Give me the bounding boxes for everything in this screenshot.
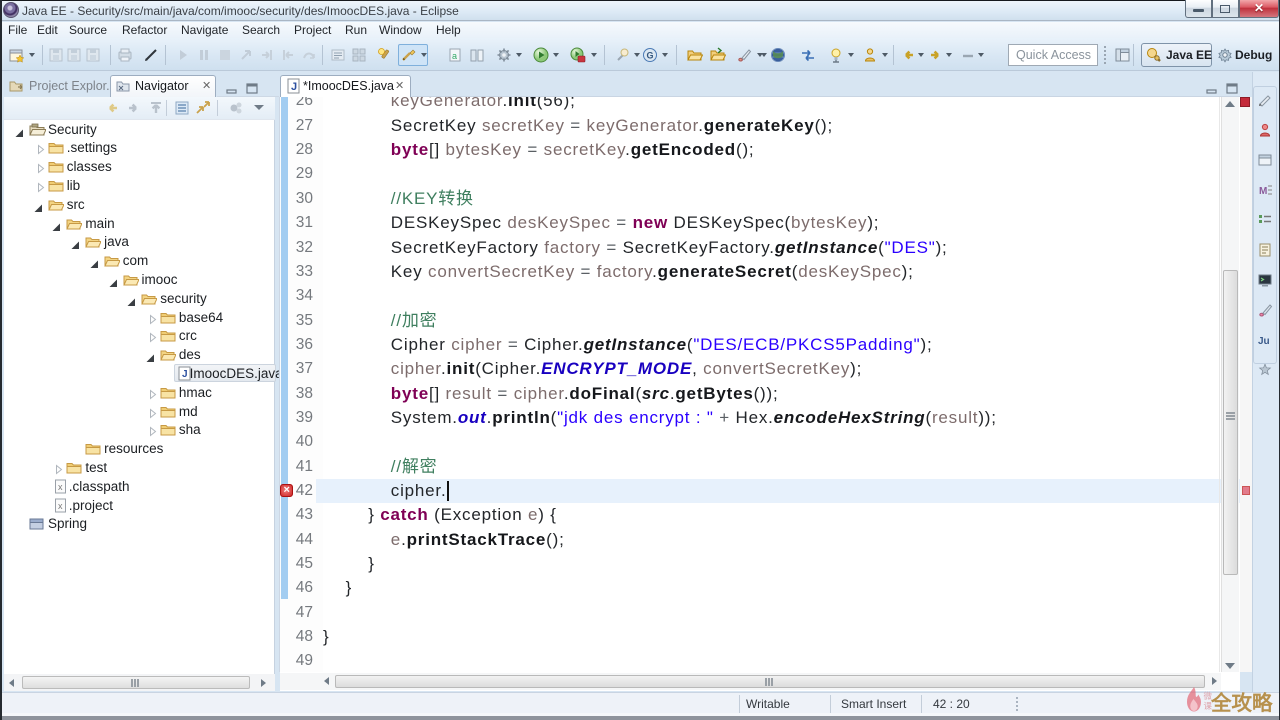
svg-text:G: G — [647, 51, 654, 61]
svg-text:x: x — [58, 501, 63, 511]
svg-text:J: J — [182, 369, 188, 380]
svg-text:x: x — [58, 482, 63, 492]
svg-text:全攻略: 全攻略 — [1210, 691, 1273, 715]
svg-text:a: a — [452, 51, 457, 61]
svg-text:J: J — [291, 81, 297, 93]
